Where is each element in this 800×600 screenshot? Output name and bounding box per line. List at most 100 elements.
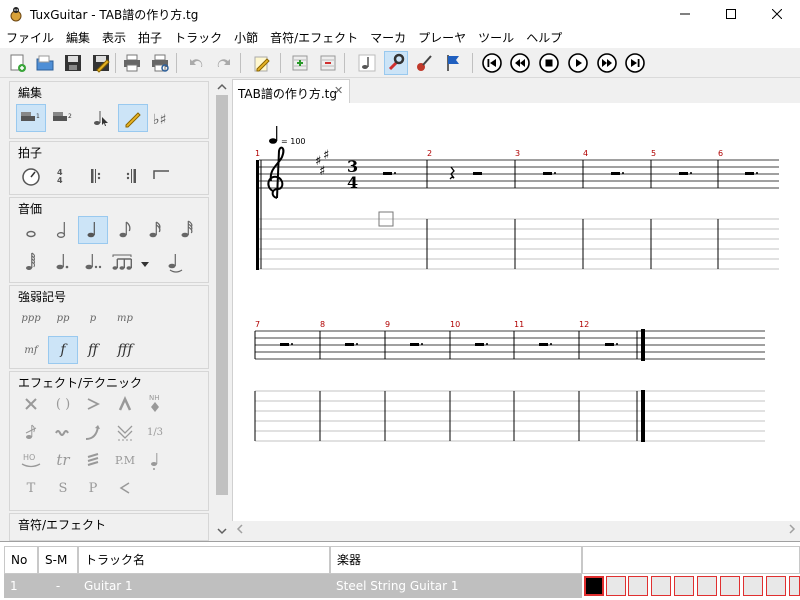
staccato-button[interactable] xyxy=(140,446,170,474)
last-button[interactable] xyxy=(623,51,647,75)
slapping-button[interactable]: S xyxy=(48,474,78,502)
remove-track-button[interactable] xyxy=(316,51,340,75)
track-row-name[interactable]: Guitar 1 xyxy=(78,574,330,598)
double-dotted-note-button[interactable] xyxy=(78,248,108,276)
tuplet-button[interactable] xyxy=(108,248,138,276)
marker-button[interactable] xyxy=(441,51,465,75)
bend-button[interactable] xyxy=(78,418,108,446)
select-mode-button[interactable] xyxy=(86,104,116,132)
menu-view[interactable]: 表示 xyxy=(96,28,132,48)
quarter-note-button[interactable] xyxy=(78,216,108,244)
eighth-note-button[interactable] xyxy=(110,216,140,244)
save-button[interactable] xyxy=(61,51,85,75)
print-button[interactable] xyxy=(148,51,172,75)
rewind-button[interactable] xyxy=(508,51,532,75)
thirty-second-note-button[interactable] xyxy=(172,216,202,244)
open-file-button[interactable] xyxy=(33,51,57,75)
track-measure-cell[interactable] xyxy=(720,576,740,596)
track-row-no[interactable]: 1 xyxy=(4,574,38,598)
dynamics-mf-button[interactable]: mf xyxy=(16,336,46,364)
play-button[interactable] xyxy=(566,51,590,75)
tapping-button[interactable]: T xyxy=(16,474,46,502)
menu-file[interactable]: ファイル xyxy=(0,28,60,48)
score-canvas[interactable]: = 100 ♯ ♯ ♯ 3 4 1 2 3 4 5 6 7 8 9 10 11 … xyxy=(232,103,800,521)
dynamics-ppp-button[interactable]: ppp xyxy=(16,304,46,332)
track-row-instrument[interactable]: Steel String Guitar 1 xyxy=(330,574,582,598)
grace-note-button[interactable] xyxy=(16,418,46,446)
palette-scrollbar[interactable] xyxy=(214,79,230,541)
menu-track[interactable]: トラック xyxy=(168,28,228,48)
trill-button[interactable]: tr xyxy=(48,446,78,474)
track-measure-cell[interactable] xyxy=(584,576,604,596)
track-row-solo-mute[interactable]: - xyxy=(38,574,78,598)
edit-pencil-button[interactable] xyxy=(118,104,148,132)
tremolo-picking-button[interactable] xyxy=(78,446,108,474)
tempo-button[interactable] xyxy=(16,162,46,190)
score-horizontal-scrollbar[interactable] xyxy=(232,521,800,537)
track-measure-cell[interactable] xyxy=(674,576,694,596)
whole-note-button[interactable] xyxy=(16,216,46,244)
document-tab[interactable]: TAB譜の作り方.tg ✕ xyxy=(232,79,350,103)
palm-mute-button[interactable]: P.M xyxy=(110,446,140,474)
minimize-button[interactable] xyxy=(662,0,708,28)
column-header-solo-mute[interactable]: S-M xyxy=(38,546,78,574)
dynamics-p-button[interactable]: p xyxy=(78,304,108,332)
alternate-ending-button[interactable] xyxy=(146,162,176,190)
menu-tools[interactable]: ツール xyxy=(472,28,520,48)
track-measure-cell[interactable] xyxy=(628,576,648,596)
track-measure-cell[interactable] xyxy=(743,576,763,596)
popping-button[interactable]: P xyxy=(78,474,108,502)
track-measure-cell[interactable] xyxy=(766,576,786,596)
menu-edit[interactable]: 編集 xyxy=(60,28,96,48)
dynamics-f-button[interactable]: f xyxy=(48,336,78,364)
undo-button[interactable] xyxy=(184,51,208,75)
save-as-button[interactable] xyxy=(89,51,113,75)
menu-measure[interactable]: 小節 xyxy=(228,28,264,48)
voice-1-button[interactable]: 1 xyxy=(16,104,46,132)
dynamics-fff-button[interactable]: fff xyxy=(110,336,140,364)
menu-composition[interactable]: 拍子 xyxy=(132,28,168,48)
instrument-button[interactable] xyxy=(412,51,436,75)
redo-button[interactable] xyxy=(212,51,236,75)
print-preview-button[interactable] xyxy=(120,51,144,75)
column-header-track-name[interactable]: トラック名 xyxy=(78,546,330,574)
accent-button[interactable] xyxy=(78,390,108,418)
edit-mode-button[interactable] xyxy=(250,51,274,75)
accidental-button[interactable]: ♭♯ xyxy=(148,104,178,132)
add-track-button[interactable] xyxy=(288,51,312,75)
track-measure-cell[interactable] xyxy=(789,576,800,596)
menu-player[interactable]: プレーヤ xyxy=(412,28,472,48)
menu-help[interactable]: ヘルプ xyxy=(520,28,568,48)
time-signature-button[interactable]: 44 xyxy=(46,162,76,190)
ghost-note-button[interactable]: ( ) xyxy=(48,390,78,418)
voice-2-button[interactable]: 2 xyxy=(48,104,78,132)
menu-marker[interactable]: マーカ xyxy=(364,28,412,48)
repeat-close-button[interactable] xyxy=(116,162,146,190)
tied-note-button[interactable] xyxy=(160,248,190,276)
menu-note-effect[interactable]: 音符/エフェクト xyxy=(264,28,364,48)
heavy-accent-button[interactable] xyxy=(110,390,140,418)
first-button[interactable] xyxy=(480,51,504,75)
dynamics-ff-button[interactable]: ff xyxy=(78,336,108,364)
tuplet-dropdown-button[interactable] xyxy=(138,250,152,278)
tools-settings-button[interactable] xyxy=(384,51,408,75)
track-measure-cell[interactable] xyxy=(651,576,671,596)
dynamics-mp-button[interactable]: mp xyxy=(110,304,140,332)
sixteenth-note-button[interactable] xyxy=(140,216,170,244)
close-window-button[interactable] xyxy=(754,0,800,28)
dynamics-pp-button[interactable]: pp xyxy=(48,304,78,332)
track-measure-cell[interactable] xyxy=(606,576,626,596)
close-tab-icon[interactable]: ✕ xyxy=(334,84,343,97)
forward-button[interactable] xyxy=(595,51,619,75)
column-header-instrument[interactable]: 楽器 xyxy=(330,546,582,574)
half-note-button[interactable] xyxy=(48,216,78,244)
natural-harmonic-button[interactable]: NH xyxy=(140,390,170,418)
track-measure-cell[interactable] xyxy=(697,576,717,596)
sixty-fourth-note-button[interactable] xyxy=(16,248,46,276)
hammer-on-button[interactable]: HO xyxy=(16,446,46,474)
maximize-button[interactable] xyxy=(708,0,754,28)
vibrato-button[interactable] xyxy=(48,418,78,446)
score-view-button[interactable] xyxy=(355,51,379,75)
tremolo-bar-button[interactable] xyxy=(110,418,140,446)
stop-button[interactable] xyxy=(537,51,561,75)
